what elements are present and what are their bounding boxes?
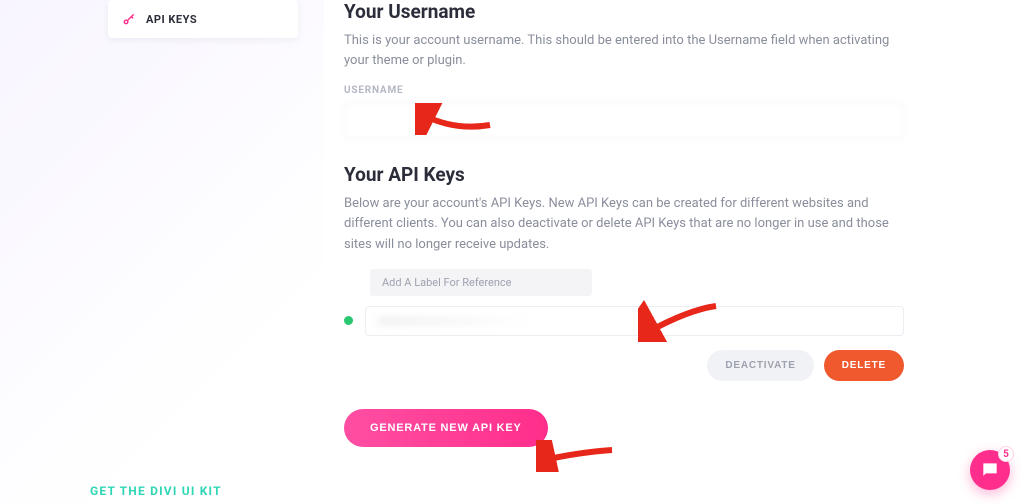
username-field-label: USERNAME [344, 85, 904, 96]
api-key-value[interactable] [365, 306, 904, 336]
delete-button[interactable]: DELETE [824, 350, 904, 381]
chat-widget-button[interactable]: 5 [970, 450, 1010, 490]
api-key-row [344, 306, 904, 336]
promo-link[interactable]: GET THE DIVI UI KIT [90, 484, 222, 498]
key-icon [122, 12, 136, 26]
username-input[interactable] [344, 102, 904, 139]
sidebar-item-api-keys[interactable]: API KEYS [108, 0, 298, 38]
username-heading: Your Username [344, 0, 904, 23]
chat-icon [980, 460, 1000, 480]
main-panel: Your Username This is your account usern… [324, 0, 924, 477]
username-description: This is your account username. This shou… [344, 31, 904, 71]
sidebar-item-label: API KEYS [146, 13, 197, 26]
deactivate-button[interactable]: DEACTIVATE [707, 350, 813, 381]
status-dot-active [344, 316, 353, 325]
api-keys-description: Below are your account's API Keys. New A… [344, 194, 904, 254]
chat-badge-count: 5 [998, 446, 1014, 462]
api-keys-heading: Your API Keys [344, 163, 904, 186]
api-key-label-input[interactable]: Add A Label For Reference [370, 269, 592, 296]
generate-api-key-button[interactable]: GENERATE NEW API KEY [344, 409, 548, 447]
